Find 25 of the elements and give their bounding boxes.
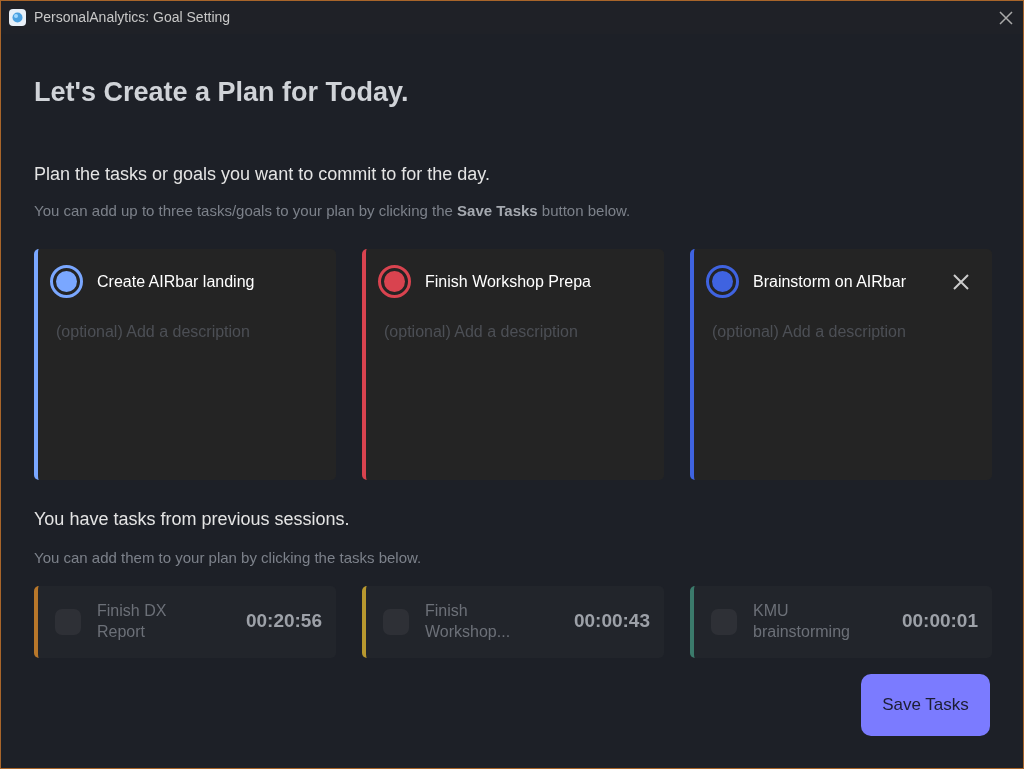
task-title-field[interactable]: Brainstorm on AIRbar xyxy=(753,269,938,294)
app-icon xyxy=(9,9,26,26)
task-title-field[interactable]: Finish Workshop Prepa xyxy=(425,269,610,294)
task-title: KMU brainstorming xyxy=(753,600,851,642)
intro-text: Plan the tasks or goals you want to commit to for the day. xyxy=(34,162,491,186)
task-title: Finish Workshop... xyxy=(425,600,512,642)
task-title: Finish DX Report xyxy=(97,600,168,642)
section-heading: You have tasks from previous sessions. xyxy=(34,508,351,531)
task-duration: 00:00:43 xyxy=(573,609,650,634)
color-dot-icon[interactable] xyxy=(706,265,739,298)
save-button[interactable]: Save Tasks xyxy=(861,674,990,736)
page-heading: Let's Create a Plan for Today. xyxy=(34,76,410,109)
window-title: PersonalAnalytics: Goal Setting xyxy=(34,8,231,27)
close-icon[interactable] xyxy=(952,272,970,291)
section-hint: You can add them to your plan by clicking the tasks below. xyxy=(34,548,423,568)
previous-task-card[interactable]: Finish Workshop... 00:00:43 xyxy=(362,585,664,658)
close-icon[interactable] xyxy=(997,8,1015,27)
color-dot-icon[interactable] xyxy=(378,265,411,298)
color-dot-icon[interactable] xyxy=(50,265,83,298)
intro-hint: You can add up to three tasks/goals to your plan by clicking the Save Tasks button below. xyxy=(34,200,632,221)
task-duration: 00:00:01 xyxy=(901,609,978,634)
task-title-field[interactable]: Create AIRbar landing xyxy=(97,269,282,294)
task-duration: 00:20:56 xyxy=(245,609,322,634)
previous-task-card[interactable]: Finish DX Report 00:20:56 xyxy=(34,585,336,658)
previous-task-card[interactable]: KMU brainstorming 00:00:01 xyxy=(690,585,992,658)
